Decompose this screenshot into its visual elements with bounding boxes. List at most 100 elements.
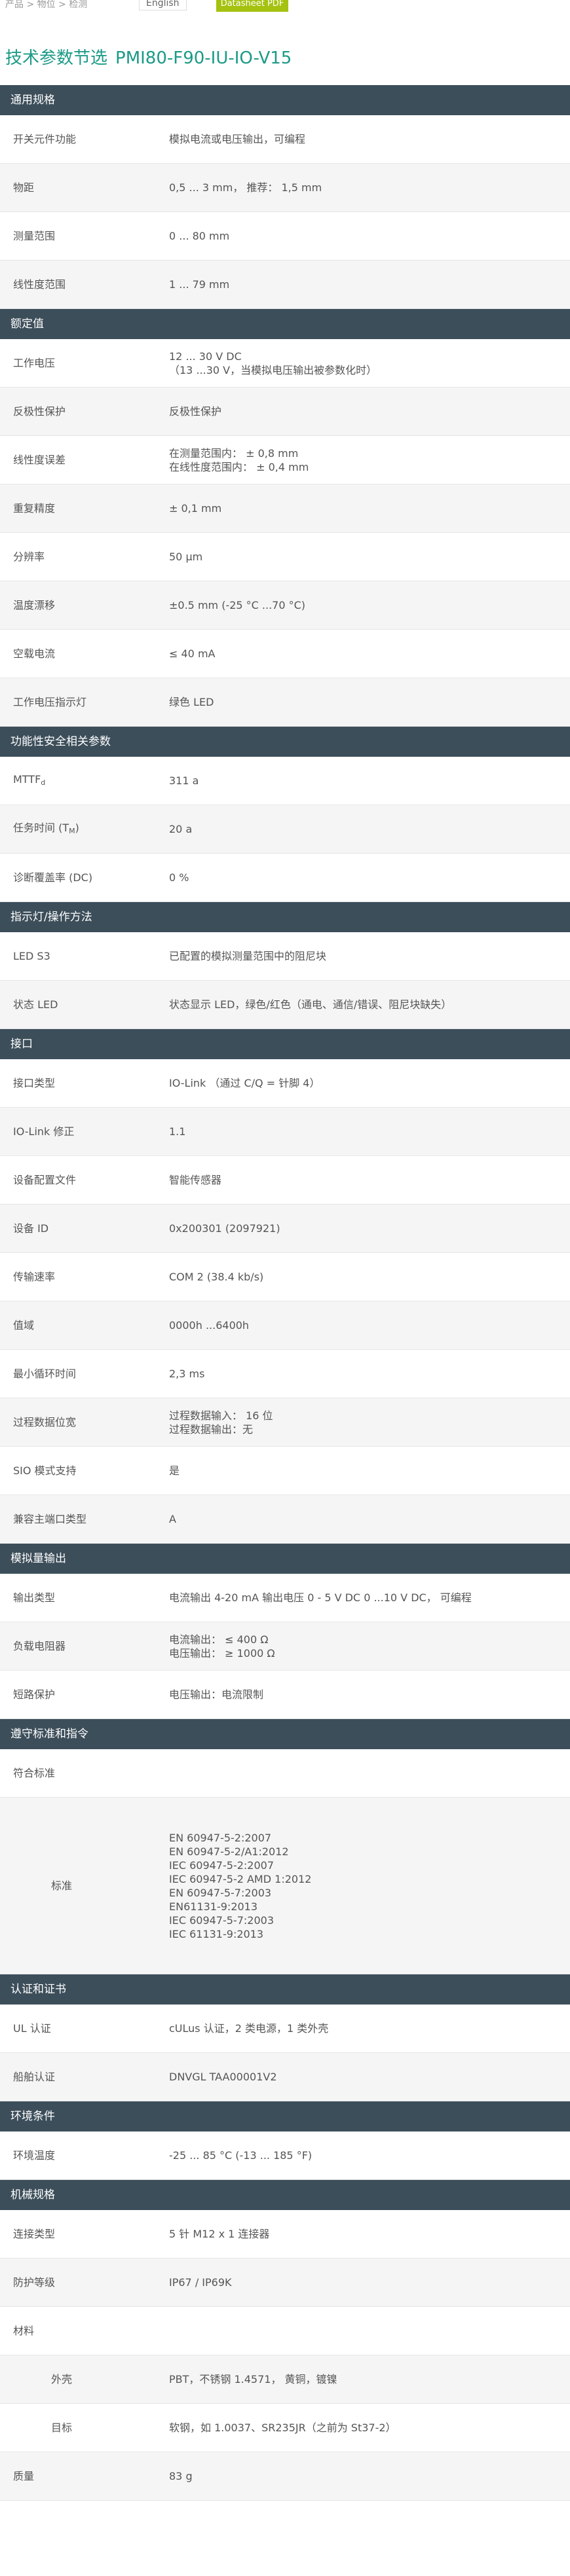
spec-value-line: 0,5 ... 3 mm， 推荐： 1,5 mm (169, 181, 322, 194)
spec-row: IO-Link 修正 1.1 (0, 1108, 570, 1156)
spec-value-line: 311 a (169, 774, 199, 787)
spec-label: 工作电压 (13, 357, 56, 369)
spec-value-line: IEC 60947-5-2:2007 (169, 1859, 274, 1872)
spec-row: LED S3 已配置的模拟测量范围中的阻尼块 (0, 932, 570, 981)
spec-value: 83 g (169, 2469, 570, 2483)
spec-row: 输出类型 电流输出 4-20 mA 输出电压 0 - 5 V DC 0 ...10… (0, 1574, 570, 1622)
spec-value-line: 20 a (169, 823, 193, 835)
spec-label: 传输速率 (13, 1271, 56, 1283)
spec-value-line: 绿色 LED (169, 696, 214, 708)
spec-row: 设备 ID 0x200301 (2097921) (0, 1205, 570, 1253)
spec-value: 20 a (169, 822, 570, 836)
spec-label: 标准 (51, 1879, 73, 1892)
spec-value: 0000h ...6400h (169, 1318, 570, 1332)
spec-value: 软钢，如 1.0037、SR235JR（之前为 St37-2） (169, 2421, 570, 2435)
spec-label: 分辨率 (13, 551, 45, 563)
section-header: 机械规格 (0, 2180, 570, 2210)
spec-row: 目标 软钢，如 1.0037、SR235JR（之前为 St37-2） (0, 2404, 570, 2452)
spec-value-line: 在线性度范围内： ± 0,4 mm (169, 460, 309, 473)
spec-value-line: EN61131-9:2013 (169, 1900, 258, 1913)
spec-value: DNVGL TAA00001V2 (169, 2070, 570, 2084)
spec-value-line: ± 0,1 mm (169, 502, 222, 515)
spec-value: 状态显示 LED，绿色/红色（通电、通信/错误、阻尼块缺失） (169, 998, 570, 1011)
page-title: 技术参数节选 PMI80-F90-IU-IO-V15 (5, 45, 570, 68)
spec-value-line: 电压输出：电流限制 (169, 1688, 264, 1701)
spec-value: COM 2 (38.4 kb/s) (169, 1270, 570, 1284)
spec-row: SIO 模式支持 是 (0, 1447, 570, 1495)
spec-value: -25 ... 85 °C (-13 ... 185 °F) (169, 2149, 570, 2162)
spec-row: 接口类型 IO-Link （通过 C/Q = 针脚 4） (0, 1059, 570, 1108)
spec-label: 温度漂移 (13, 599, 56, 611)
spec-label: 环境温度 (13, 2149, 56, 2162)
top-bar: 产品 > 物位 > 检测 English Datasheet PDF (0, 0, 570, 12)
spec-row: 连接类型 5 针 M12 x 1 连接器 (0, 2210, 570, 2259)
spec-row: 环境温度 -25 ... 85 °C (-13 ... 185 °F) (0, 2132, 570, 2180)
spec-value-line: 是 (169, 1464, 180, 1477)
spec-value: 12 ... 30 V DC （13 ...30 V，当模拟电压输出被参数化时） (169, 350, 570, 377)
spec-value: 绿色 LED (169, 695, 570, 709)
spec-value-line: 0x200301 (2097921) (169, 1222, 280, 1235)
spec-value: 0 % (169, 871, 570, 884)
spec-value-line: 0000h ...6400h (169, 1319, 250, 1332)
spec-value-line: 0 ... 80 mm (169, 230, 230, 242)
spec-row: 反极性保护 反极性保护 (0, 388, 570, 436)
page-title-prefix: 技术参数节选 (5, 48, 108, 68)
spec-label: 质量 (13, 2470, 35, 2482)
spec-value-line: 反极性保护 (169, 405, 222, 418)
spec-value: 0 ... 80 mm (169, 229, 570, 243)
spec-value: 电压输出：电流限制 (169, 1688, 570, 1701)
spec-label: 过程数据位宽 (13, 1416, 77, 1428)
spec-row: 负载电阻器 电流输出： ≤ 400 Ω 电压输出： ≥ 1000 Ω (0, 1622, 570, 1671)
spec-label: MTTFd (13, 772, 46, 787)
spec-row: 状态 LED 状态显示 LED，绿色/红色（通电、通信/错误、阻尼块缺失） (0, 981, 570, 1029)
breadcrumb[interactable]: 产品 > 物位 > 检测 (5, 0, 87, 10)
spec-row: 重复精度 ± 0,1 mm (0, 484, 570, 533)
spec-row: 设备配置文件 智能传感器 (0, 1156, 570, 1205)
spec-value: 智能传感器 (169, 1173, 570, 1187)
spec-value-line: IP67 / IP69K (169, 2276, 232, 2289)
spec-value-line: 模拟电流或电压输出，可编程 (169, 133, 306, 145)
section-header: 环境条件 (0, 2101, 570, 2132)
spec-value: 50 μm (169, 550, 570, 564)
section-header: 额定值 (0, 309, 570, 339)
spec-label: 设备配置文件 (13, 1174, 77, 1186)
spec-value-line: -25 ... 85 °C (-13 ... 185 °F) (169, 2149, 313, 2162)
spec-value: 1 ... 79 mm (169, 278, 570, 291)
spec-row: 传输速率 COM 2 (38.4 kb/s) (0, 1253, 570, 1301)
spec-value: IO-Link （通过 C/Q = 针脚 4） (169, 1076, 570, 1090)
language-selector[interactable]: English (139, 0, 187, 10)
datasheet-button[interactable]: Datasheet PDF (216, 0, 288, 12)
spec-label: 船舶认证 (13, 2071, 56, 2083)
spec-value-line: A (169, 1513, 176, 1525)
spec-row: 防护等级 IP67 / IP69K (0, 2259, 570, 2307)
spec-row: 开关元件功能 模拟电流或电压输出，可编程 (0, 115, 570, 164)
spec-value-line: EN 60947-5-2:2007 (169, 1831, 272, 1844)
spec-label: 最小循环时间 (13, 1368, 77, 1380)
spec-value-line: 过程数据输入： 16 位 (169, 1409, 273, 1422)
spec-value-line: IEC 60947-5-7:2003 (169, 1914, 274, 1927)
spec-value: 电流输出： ≤ 400 Ω 电压输出： ≥ 1000 Ω (169, 1633, 570, 1660)
spec-label: 线性度范围 (13, 278, 66, 291)
spec-label: 反极性保护 (13, 405, 66, 418)
spec-row: 材料 (0, 2307, 570, 2355)
spec-value-line: 5 针 M12 x 1 连接器 (169, 2228, 270, 2240)
spec-value-line: DNVGL TAA00001V2 (169, 2071, 277, 2083)
spec-row: 最小循环时间 2,3 ms (0, 1350, 570, 1398)
spec-label: 接口类型 (13, 1077, 56, 1089)
spec-row: 工作电压 12 ... 30 V DC （13 ...30 V，当模拟电压输出被参数… (0, 339, 570, 388)
spec-value: 311 a (169, 774, 570, 788)
spec-row: 测量范围 0 ... 80 mm (0, 212, 570, 261)
spec-table: 通用规格 开关元件功能 模拟电流或电压输出，可编程 物距 0,5 ... 3 mm， 推… (0, 85, 570, 2501)
spec-label: 防护等级 (13, 2276, 56, 2289)
spec-value: ± 0,1 mm (169, 501, 570, 515)
spec-value-line: 83 g (169, 2470, 193, 2482)
spec-label: LED S3 (13, 950, 50, 962)
spec-value: 是 (169, 1464, 570, 1478)
spec-row: 符合标准 (0, 1749, 570, 1798)
spec-value: 0,5 ... 3 mm， 推荐： 1,5 mm (169, 181, 570, 194)
spec-label: 重复精度 (13, 502, 56, 515)
section-header: 认证和证书 (0, 1974, 570, 2005)
spec-label: SIO 模式支持 (13, 1464, 77, 1477)
spec-row: 短路保护 电压输出：电流限制 (0, 1671, 570, 1719)
section-header: 模拟量输出 (0, 1544, 570, 1574)
